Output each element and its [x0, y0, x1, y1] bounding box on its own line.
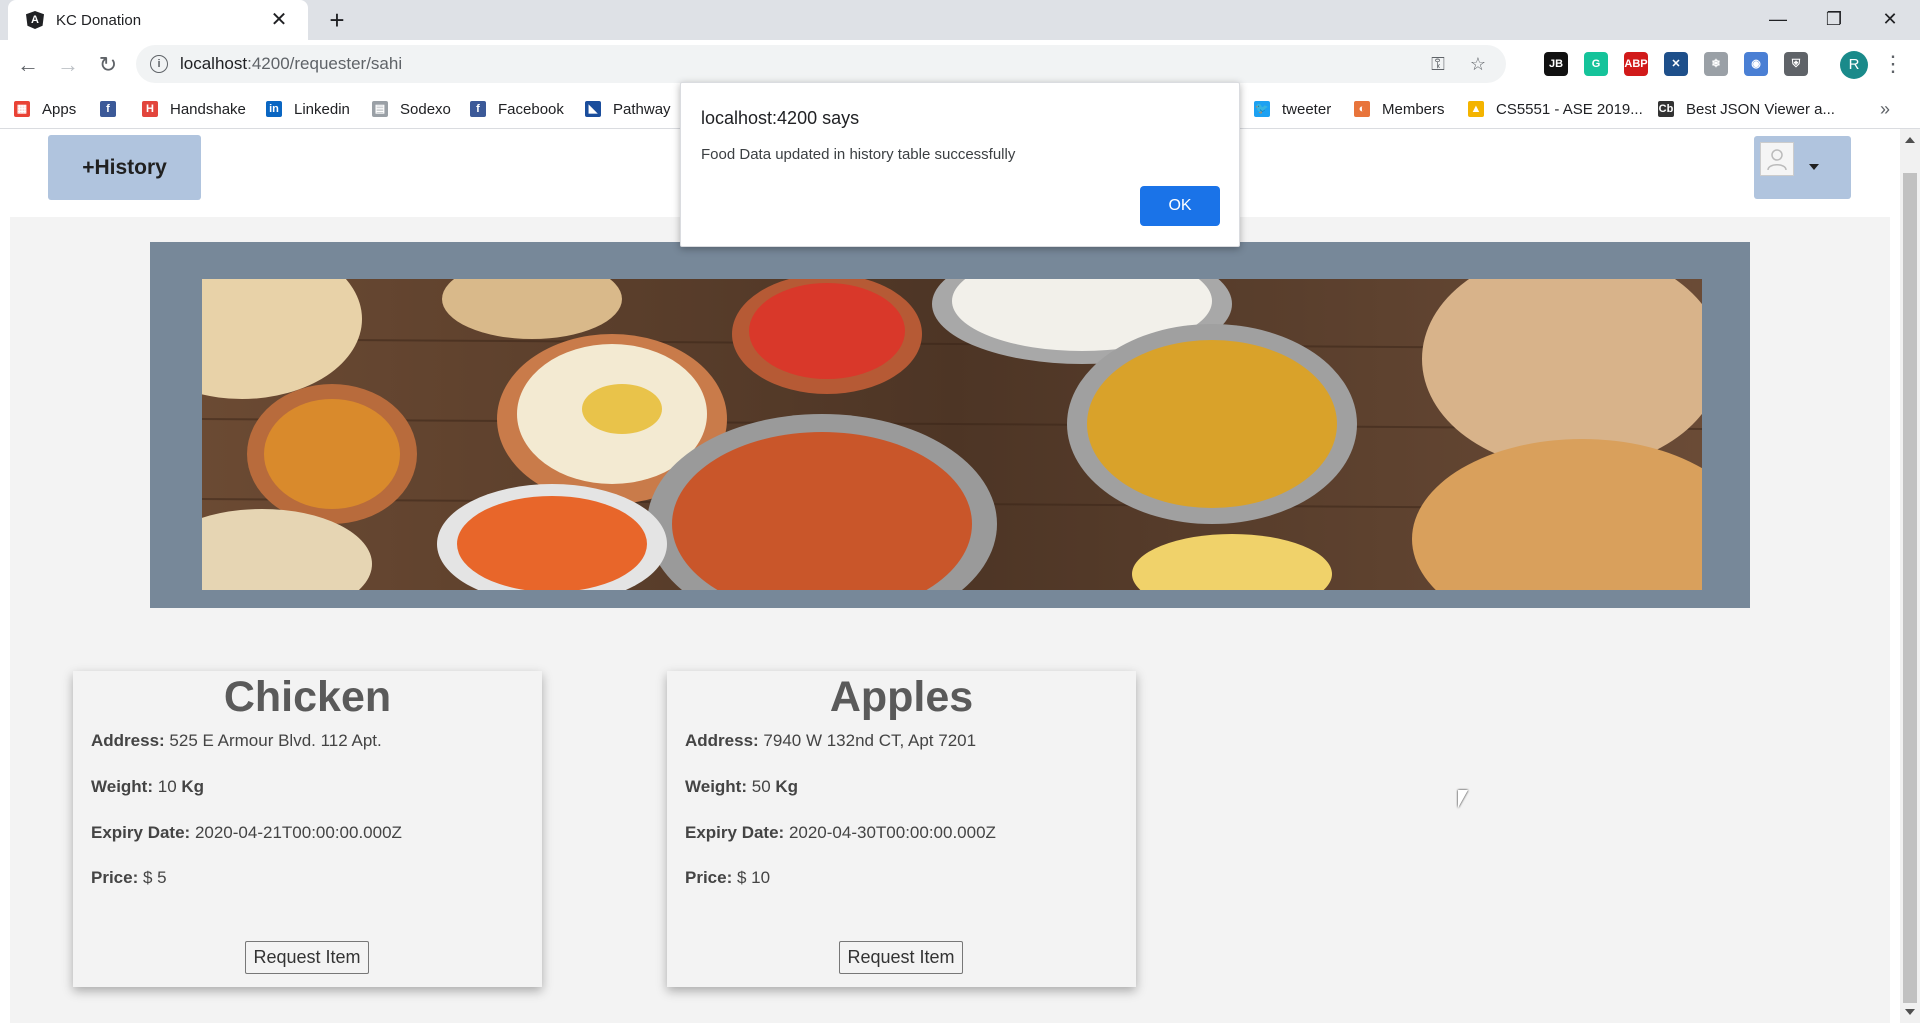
bookmark-label: Best JSON Viewer a...: [1686, 100, 1835, 118]
alert-dialog: localhost:4200 says Food Data updated in…: [680, 82, 1240, 247]
user-avatar-icon: [1760, 142, 1794, 176]
twitter-icon: 🐦: [1254, 101, 1270, 117]
weight-row: Weight: 50 Kg: [685, 777, 799, 796]
price-value: $ 5: [142, 868, 167, 887]
facebook-icon: f: [470, 101, 486, 117]
bookmark-label: tweeter: [1282, 100, 1332, 118]
key-icon[interactable]: ⚿: [1426, 52, 1450, 76]
pathway-icon: ◣: [585, 101, 601, 117]
bookmark-label: Members: [1382, 100, 1445, 118]
vertical-scrollbar[interactable]: [1900, 129, 1920, 1023]
document-icon: ▤: [372, 101, 388, 117]
request-item-button[interactable]: Request Item: [839, 941, 963, 974]
address-value: 7940 W 132nd CT, Apt 7201: [763, 731, 977, 750]
bookmark-item[interactable]: ◐ Members: [1354, 90, 1445, 128]
scroll-down-icon[interactable]: [1905, 1009, 1915, 1015]
reload-icon[interactable]: ↻: [92, 49, 124, 81]
address-row: Address: 7940 W 132nd CT, Apt 7201: [685, 731, 977, 750]
linkedin-icon: in: [266, 101, 282, 117]
star-icon[interactable]: ☆: [1466, 52, 1490, 76]
request-item-button[interactable]: Request Item: [245, 941, 369, 974]
chevron-down-icon: [1809, 164, 1819, 170]
donation-card: Chicken Address: 525 E Armour Blvd. 112 A…: [73, 671, 542, 987]
expiry-value: 2020-04-30T00:00:00.000Z: [788, 823, 996, 842]
bookmark-label: Pathway: [613, 100, 671, 118]
price-value: $ 10: [736, 868, 771, 887]
hero-banner: [150, 242, 1750, 608]
bookmark-item[interactable]: ▦ Apps: [14, 90, 76, 128]
new-tab-button[interactable]: +: [322, 6, 352, 36]
extension-gear-icon[interactable]: ❄: [1704, 52, 1728, 76]
bookmark-item[interactable]: in Linkedin: [266, 90, 350, 128]
bookmark-label: CS5551 - ASE 2019...: [1496, 100, 1643, 118]
tab-title: KC Donation: [56, 11, 142, 29]
facebook-icon: f: [100, 101, 116, 117]
site-info-icon[interactable]: i: [150, 55, 168, 73]
weight-row: Weight: 10 Kg: [91, 777, 205, 796]
mouse-cursor-icon: [1458, 790, 1468, 808]
alert-message: Food Data updated in history table succe…: [701, 146, 1016, 163]
address-value: 525 E Armour Blvd. 112 Apt.: [169, 731, 382, 750]
weight-unit: Kg: [181, 777, 205, 796]
bookmark-item[interactable]: f Facebook: [470, 90, 564, 128]
address-row: Address: 525 E Armour Blvd. 112 Apt.: [91, 731, 382, 750]
profile-avatar[interactable]: R: [1840, 51, 1868, 79]
address-bar[interactable]: i localhost:4200/requester/sahi ⚿ ☆: [136, 45, 1506, 83]
expiry-row: Expiry Date: 2020-04-21T00:00:00.000Z: [91, 823, 402, 842]
restore-button[interactable]: ❐: [1806, 0, 1862, 40]
members-icon: ◐: [1354, 101, 1370, 117]
bookmark-item[interactable]: ▲ CS5551 - ASE 2019...: [1468, 90, 1643, 128]
alert-title: localhost:4200 says: [701, 108, 860, 128]
alert-ok-button[interactable]: OK: [1140, 186, 1220, 226]
bookmark-label: Facebook: [498, 100, 564, 118]
weight-value: 10: [157, 777, 177, 796]
minimize-button[interactable]: —: [1750, 0, 1806, 40]
bookmark-label: Linkedin: [294, 100, 350, 118]
url-text[interactable]: localhost:4200/requester/sahi: [180, 54, 1426, 74]
bookmarks-more-icon[interactable]: »: [1880, 90, 1890, 128]
bookmark-item[interactable]: H Handshake: [142, 90, 246, 128]
bookmark-item[interactable]: ◣ Pathway: [585, 90, 671, 128]
card-title: Chicken: [223, 673, 392, 721]
codebeautify-icon: Cb: [1658, 101, 1674, 117]
card-title: Apples: [829, 673, 974, 721]
back-arrow-icon[interactable]: ←: [12, 49, 44, 81]
expiry-row: Expiry Date: 2020-04-30T00:00:00.000Z: [685, 823, 996, 842]
browser-tab[interactable]: A KC Donation ✕: [8, 0, 308, 40]
angular-favicon-icon: A: [26, 11, 44, 29]
bookmark-item[interactable]: ▤ Sodexo: [372, 90, 451, 128]
history-button[interactable]: +History: [48, 135, 201, 200]
bookmark-label: Handshake: [170, 100, 246, 118]
weight-unit: Kg: [775, 777, 799, 796]
shield-extension-icon[interactable]: ⛨: [1784, 52, 1808, 76]
forward-arrow-icon[interactable]: →: [52, 49, 84, 81]
tab-close-icon[interactable]: ✕: [268, 9, 290, 31]
tab-strip: A KC Donation ✕ + — ❐ ✕: [0, 0, 1920, 40]
expiry-value: 2020-04-21T00:00:00.000Z: [194, 823, 402, 842]
weight-value: 50: [751, 777, 771, 796]
google-drive-icon: ▲: [1468, 101, 1484, 117]
menu-dots-icon[interactable]: ⋮: [1882, 51, 1904, 79]
bookmark-item[interactable]: Cb Best JSON Viewer a...: [1658, 90, 1835, 128]
price-row: Price: $ 10: [685, 868, 771, 887]
bookmark-label: Sodexo: [400, 100, 451, 118]
bookmark-item[interactable]: f: [100, 90, 128, 128]
bookmark-item[interactable]: 🐦 tweeter: [1254, 90, 1331, 128]
apps-grid-icon: ▦: [14, 101, 30, 117]
food-photo: [202, 279, 1702, 590]
price-row: Price: $ 5: [91, 868, 167, 887]
user-menu-button[interactable]: [1754, 136, 1851, 199]
adblock-icon[interactable]: ABP: [1624, 52, 1648, 76]
scroll-thumb[interactable]: [1903, 173, 1917, 1003]
vscode-icon[interactable]: ✕: [1664, 52, 1688, 76]
scroll-up-icon[interactable]: [1905, 137, 1915, 143]
jetbrains-icon[interactable]: JB: [1544, 52, 1568, 76]
handshake-icon: H: [142, 101, 158, 117]
donation-card: Apples Address: 7940 W 132nd CT, Apt 7201…: [667, 671, 1136, 987]
page-content: +History Chicken Address: 525 E Armour B…: [0, 129, 1900, 1023]
close-window-button[interactable]: ✕: [1862, 0, 1918, 40]
bookmark-label: Apps: [42, 100, 77, 118]
grammarly-icon[interactable]: G: [1584, 52, 1608, 76]
screenshot-icon[interactable]: ◉: [1744, 52, 1768, 76]
